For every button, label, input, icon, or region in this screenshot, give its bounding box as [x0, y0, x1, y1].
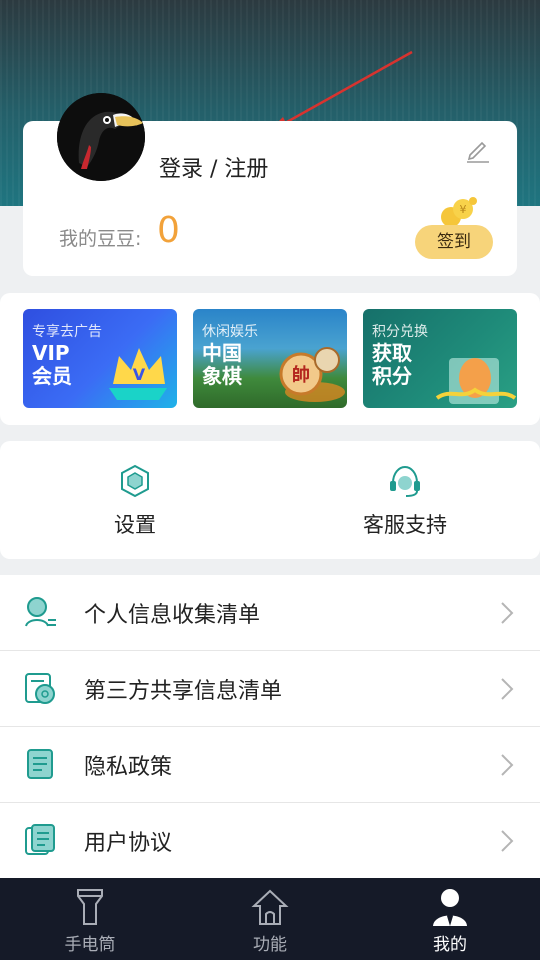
nav-label: 手电筒: [64, 935, 116, 955]
edit-icon[interactable]: [465, 137, 491, 163]
flashlight-icon: [77, 889, 103, 925]
avatar[interactable]: [57, 93, 145, 181]
banner-section: 专享去广告 VIP 会员 V 休闲娱乐 中国 象棋 帥 积分兑换 获取 积分: [0, 293, 540, 425]
chess-piece-icon: 帥: [279, 347, 345, 402]
bird-avatar-icon: [57, 93, 145, 181]
svg-text:V: V: [133, 365, 146, 384]
list-item-user-agreement[interactable]: 用户协议: [0, 803, 540, 879]
egg-gift-icon: [435, 358, 517, 404]
banner-tag: 休闲娱乐: [202, 324, 258, 340]
support-label: 客服支持: [363, 513, 447, 537]
chevron-right-icon: [501, 830, 514, 852]
list-item-label: 第三方共享信息清单: [84, 679, 283, 704]
beans-value: 0: [157, 210, 180, 251]
settings-button[interactable]: 设置: [60, 463, 210, 539]
banner-title: 中国 象棋: [202, 341, 242, 388]
banner-title: 获取 积分: [372, 341, 412, 388]
nav-label: 我的: [433, 935, 467, 955]
settings-list: 个人信息收集清单 第三方共享信息清单 隐私政策 用户协议: [0, 575, 540, 879]
chevron-right-icon: [501, 754, 514, 776]
chevron-right-icon: [501, 678, 514, 700]
bottom-nav: 手电筒 功能 我的: [0, 878, 540, 960]
banner-tag: 专享去广告: [32, 324, 102, 340]
banner-title: VIP 会员: [32, 341, 72, 388]
customer-support-button[interactable]: 客服支持: [330, 463, 480, 539]
profile-card: 登录 / 注册 我的豆豆: 0 ¥ 签到: [23, 93, 517, 276]
chess-banner[interactable]: 休闲娱乐 中国 象棋 帥: [193, 309, 347, 408]
crown-icon: V: [109, 348, 167, 400]
list-item-label: 隐私政策: [84, 755, 173, 780]
nav-tab-functions[interactable]: 功能: [180, 878, 360, 960]
headset-icon: [390, 465, 420, 497]
list-item-privacy-policy[interactable]: 隐私政策: [0, 727, 540, 803]
list-item-third-party[interactable]: 第三方共享信息清单: [0, 651, 540, 727]
shared-info-icon: [25, 673, 55, 704]
points-banner[interactable]: 积分兑换 获取 积分: [363, 309, 517, 408]
list-item-label: 个人信息收集清单: [84, 603, 261, 628]
beans-label: 我的豆豆:: [59, 228, 142, 250]
home-icon: [251, 889, 289, 925]
list-item-label: 用户协议: [84, 831, 173, 856]
nav-tab-mine[interactable]: 我的: [360, 878, 540, 960]
svg-text:¥: ¥: [460, 203, 467, 216]
user-icon: [433, 889, 467, 926]
nav-label: 功能: [253, 935, 287, 955]
agreement-document-icon: [25, 824, 55, 855]
privacy-document-icon: [27, 749, 53, 779]
tools-section: 设置 客服支持: [0, 441, 540, 559]
list-item-personal-info[interactable]: 个人信息收集清单: [0, 575, 540, 651]
nav-tab-flashlight[interactable]: 手电筒: [0, 878, 180, 960]
settings-hexagon-icon: [121, 464, 149, 498]
vip-banner[interactable]: 专享去广告 VIP 会员 V: [23, 309, 177, 408]
settings-label: 设置: [114, 513, 156, 537]
banner-tag: 积分兑换: [372, 324, 428, 340]
person-info-icon: [25, 597, 56, 627]
svg-text:帥: 帥: [292, 364, 310, 386]
login-register-link[interactable]: 登录 / 注册: [159, 151, 268, 183]
chevron-right-icon: [501, 602, 514, 624]
checkin-button[interactable]: 签到: [415, 225, 493, 259]
